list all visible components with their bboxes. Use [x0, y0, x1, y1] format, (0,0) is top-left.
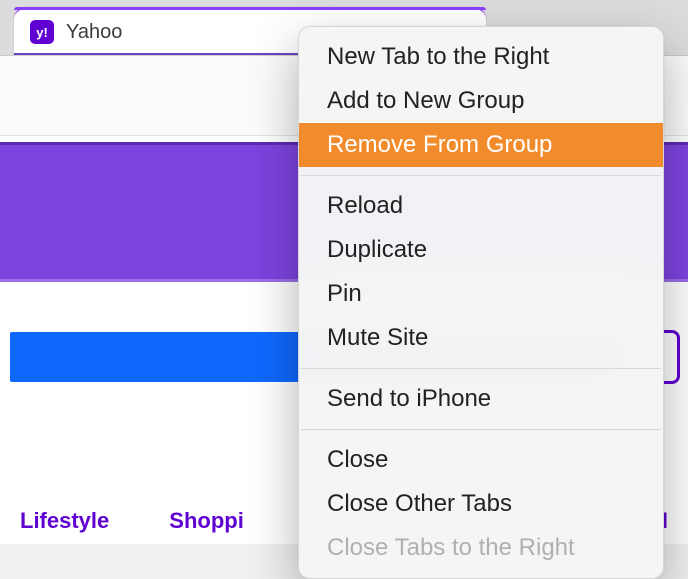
menu-item-send-to-iphone[interactable]: Send to iPhone	[299, 377, 663, 421]
menu-item-mute-site[interactable]: Mute Site	[299, 316, 663, 360]
nav-item-lifestyle[interactable]: Lifestyle	[20, 508, 109, 534]
menu-separator	[301, 429, 661, 430]
menu-item-remove-from-group[interactable]: Remove From Group	[299, 123, 663, 167]
tab-context-menu[interactable]: New Tab to the RightAdd to New GroupRemo…	[298, 26, 664, 579]
menu-item-new-tab-to-the-right[interactable]: New Tab to the Right	[299, 35, 663, 79]
menu-item-reload[interactable]: Reload	[299, 184, 663, 228]
nav-item-shopping[interactable]: Shoppi	[169, 508, 244, 534]
menu-item-pin[interactable]: Pin	[299, 272, 663, 316]
menu-item-close-tabs-to-the-right: Close Tabs to the Right	[299, 526, 663, 570]
menu-separator	[301, 368, 661, 369]
menu-item-duplicate[interactable]: Duplicate	[299, 228, 663, 272]
menu-item-close-other-tabs[interactable]: Close Other Tabs	[299, 482, 663, 526]
menu-item-add-to-new-group[interactable]: Add to New Group	[299, 79, 663, 123]
menu-separator	[301, 175, 661, 176]
yahoo-favicon: y!	[30, 20, 54, 44]
tab-title: Yahoo	[66, 21, 122, 44]
menu-item-close[interactable]: Close	[299, 438, 663, 482]
